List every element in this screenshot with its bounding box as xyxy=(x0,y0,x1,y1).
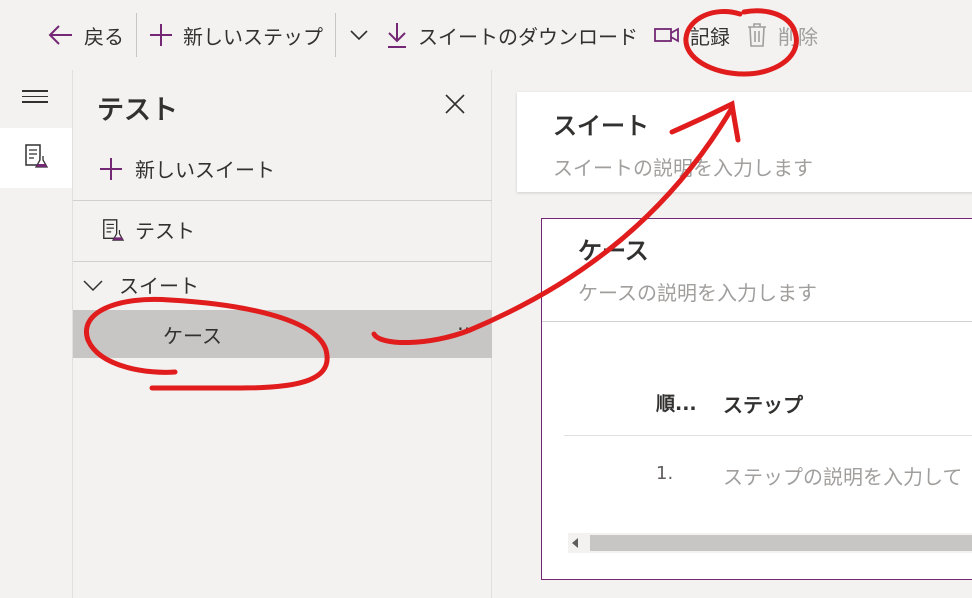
video-camera-icon xyxy=(654,26,680,44)
back-label: 戻る xyxy=(84,24,124,49)
toolbar-divider xyxy=(136,13,137,57)
panel-divider xyxy=(73,200,492,201)
left-rail xyxy=(0,70,73,598)
step-row-order: 1. xyxy=(656,463,674,484)
rail-item-test[interactable] xyxy=(0,128,72,188)
tree-item-case-label: ケース xyxy=(163,324,222,348)
suite-title[interactable]: スイート xyxy=(553,106,649,141)
tree-item-case[interactable]: ケース ⋯ xyxy=(73,310,492,358)
delete-button[interactable]: 削除 xyxy=(738,15,826,55)
back-button[interactable]: 戻る xyxy=(40,15,132,55)
panel-title: テスト xyxy=(97,95,178,126)
plus-icon xyxy=(99,157,123,181)
scrollbar-thumb[interactable] xyxy=(590,535,972,551)
column-header-step[interactable]: ステップ xyxy=(723,389,803,418)
chevron-down-icon xyxy=(350,26,368,45)
test-tree-panel: テスト 新しいスイート テスト スイート ケース ⋯ xyxy=(73,70,492,598)
hamburger-icon[interactable] xyxy=(22,90,48,107)
download-suite-button[interactable]: スイートのダウンロード xyxy=(378,15,646,55)
plus-icon xyxy=(149,23,173,47)
download-suite-label: スイートのダウンロード xyxy=(418,24,638,49)
new-step-button[interactable]: 新しいステップ xyxy=(141,15,331,55)
download-icon xyxy=(386,22,408,48)
column-header-order[interactable]: 順... xyxy=(656,389,697,416)
scroll-left-icon[interactable] xyxy=(572,538,578,548)
record-button[interactable]: 記録 xyxy=(646,15,738,55)
suite-description-field[interactable]: スイートの説明を入力します xyxy=(553,152,813,181)
main-content: スイート スイートの説明を入力します ケース ケースの説明を入力します 順...… xyxy=(493,70,972,598)
delete-label: 削除 xyxy=(778,24,818,49)
case-divider xyxy=(542,321,972,322)
toolbar-divider xyxy=(335,13,336,57)
record-label: 記録 xyxy=(690,24,730,49)
new-step-label: 新しいステップ xyxy=(183,24,323,49)
tree-item-test-label: テスト xyxy=(135,219,195,243)
horizontal-scrollbar[interactable] xyxy=(568,533,972,553)
trash-icon xyxy=(746,22,768,48)
test-flask-icon xyxy=(101,218,125,242)
suite-card: スイート スイートの説明を入力します xyxy=(517,92,972,192)
panel-divider xyxy=(73,261,492,262)
case-title[interactable]: ケース xyxy=(578,231,649,266)
close-icon[interactable] xyxy=(443,92,467,116)
command-bar: 戻る 新しいステップ スイートのダウンロード 記録 削除 xyxy=(0,0,972,70)
case-description-field[interactable]: ケースの説明を入力します xyxy=(578,277,817,306)
new-suite-label: 新しいスイート xyxy=(135,158,275,182)
new-step-dropdown-button[interactable] xyxy=(340,15,378,55)
case-card: ケース ケースの説明を入力します 順... ステップ 1. ステップの説明を入力… xyxy=(541,218,972,580)
tree-item-test[interactable]: テスト xyxy=(101,215,195,244)
new-suite-button[interactable]: 新しいスイート xyxy=(99,154,275,183)
step-description-field[interactable]: ステップの説明を入力して xyxy=(723,461,962,490)
tree-item-suite[interactable]: スイート xyxy=(83,270,199,299)
test-flask-icon xyxy=(23,143,49,173)
arrow-left-icon xyxy=(48,24,74,46)
chevron-down-icon[interactable] xyxy=(83,279,103,291)
tree-item-suite-label: スイート xyxy=(119,274,199,298)
table-header-divider xyxy=(564,435,972,436)
more-options-icon[interactable]: ⋯ xyxy=(457,316,478,340)
